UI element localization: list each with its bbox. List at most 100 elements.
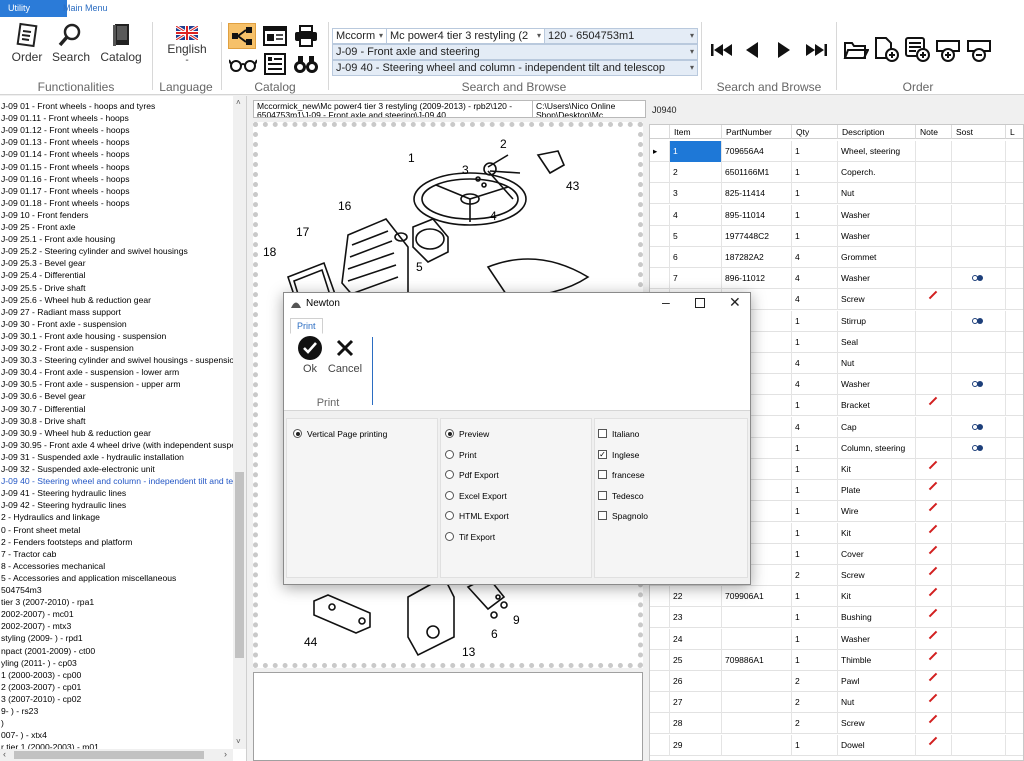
cell-qty[interactable]: 1 bbox=[792, 141, 838, 162]
new-order-button[interactable] bbox=[873, 36, 899, 62]
cell-qty[interactable]: 1 bbox=[792, 204, 838, 226]
column-header[interactable]: Note bbox=[916, 125, 952, 139]
tree-item[interactable]: J-09 01 - Front wheels - hoops and tyres bbox=[1, 100, 155, 112]
cell-note[interactable] bbox=[916, 480, 952, 502]
tree-item[interactable]: 2002-2007) - mc01 bbox=[1, 608, 74, 620]
cell-qty[interactable]: 1 bbox=[792, 437, 838, 459]
cell-note[interactable] bbox=[916, 353, 952, 374]
tree-item[interactable]: J-09 25.4 - Differential bbox=[1, 269, 85, 281]
cell-qty[interactable]: 1 bbox=[792, 459, 838, 480]
tree-item[interactable]: J-09 30.1 - Front axle housing - suspens… bbox=[1, 330, 166, 342]
output-radio-excel-export[interactable]: Excel Export bbox=[445, 490, 507, 502]
tree-item[interactable]: J-09 01.14 - Front wheels - hoops bbox=[1, 148, 130, 160]
cell-sost[interactable] bbox=[952, 565, 1006, 586]
row-header[interactable] bbox=[650, 204, 670, 226]
table-row[interactable]: 7 896-11012 4 Washer bbox=[650, 268, 1023, 290]
catalog-tree[interactable]: J-09 01 - Front wheels - hoops and tyres… bbox=[0, 96, 247, 761]
tree-item[interactable]: 0 - Front sheet metal bbox=[1, 524, 80, 536]
cell-note[interactable] bbox=[916, 501, 952, 523]
tree-item[interactable]: J-09 01.16 - Front wheels - hoops bbox=[1, 173, 130, 185]
maximize-icon[interactable] bbox=[695, 298, 705, 308]
tree-item[interactable]: J-09 01.13 - Front wheels - hoops bbox=[1, 136, 130, 148]
cell-desc[interactable]: Seal bbox=[838, 331, 916, 353]
cell-desc[interactable]: Screw bbox=[838, 289, 916, 311]
cell-sost[interactable] bbox=[952, 671, 1006, 692]
notes-box[interactable] bbox=[253, 672, 643, 761]
tree-item[interactable]: J-09 25.3 - Bevel gear bbox=[1, 257, 86, 269]
cell-qty[interactable]: 1 bbox=[792, 607, 838, 629]
row-header[interactable] bbox=[650, 628, 670, 650]
language-checkbox-tedesco[interactable]: Tedesco bbox=[598, 490, 644, 502]
cell-part[interactable]: 709906A1 bbox=[722, 586, 792, 608]
table-row[interactable]: 4 895-11014 1 Washer bbox=[650, 204, 1023, 226]
cell-part[interactable] bbox=[722, 734, 792, 756]
browser-view-button[interactable] bbox=[262, 25, 288, 47]
tree-item[interactable]: J-09 30.7 - Differential bbox=[1, 403, 85, 415]
row-header[interactable] bbox=[650, 225, 670, 247]
tree-item[interactable]: J-09 40 - Steering wheel and column - in… bbox=[1, 475, 246, 487]
cell-sost[interactable] bbox=[952, 162, 1006, 184]
cell-sost[interactable] bbox=[952, 289, 1006, 311]
cell-desc[interactable]: Thimble bbox=[838, 649, 916, 671]
find-button[interactable] bbox=[293, 54, 319, 74]
tree-item[interactable]: J-09 31 - Suspended axle - hydraulic ins… bbox=[1, 451, 184, 463]
language-checkbox-italiano[interactable]: Italiano bbox=[598, 428, 639, 440]
tree-hscroll-thumb[interactable] bbox=[14, 751, 204, 759]
column-header[interactable]: L bbox=[1006, 125, 1023, 139]
cell-sost[interactable] bbox=[952, 353, 1006, 374]
column-header[interactable]: Sost bbox=[952, 125, 1006, 139]
cell-item[interactable]: 23 bbox=[670, 607, 722, 629]
note-pencil-icon[interactable] bbox=[928, 481, 938, 491]
cell-desc[interactable]: Cover bbox=[838, 543, 916, 565]
tree-horizontal-scrollbar[interactable]: ‹ › bbox=[0, 749, 233, 761]
cell-note[interactable] bbox=[916, 395, 952, 417]
cell-sost[interactable] bbox=[952, 225, 1006, 247]
cell-desc[interactable]: Wire bbox=[838, 501, 916, 523]
row-header[interactable] bbox=[650, 162, 670, 184]
tree-item[interactable]: J-09 25 - Front axle bbox=[1, 221, 76, 233]
table-row[interactable]: 29 1 Dowel bbox=[650, 734, 1023, 756]
column-header[interactable]: Description bbox=[838, 125, 916, 139]
tree-item[interactable]: 504754m3 bbox=[1, 584, 42, 596]
cell-qty[interactable]: 2 bbox=[792, 692, 838, 714]
cell-desc[interactable]: Kit bbox=[838, 586, 916, 608]
scroll-left-icon[interactable]: ‹ bbox=[3, 749, 6, 759]
language-checkbox-francese[interactable]: francese bbox=[598, 469, 645, 481]
parts-list-button[interactable] bbox=[262, 52, 288, 76]
note-pencil-icon[interactable] bbox=[928, 736, 938, 745]
tree-item[interactable]: J-09 01.17 - Front wheels - hoops bbox=[1, 185, 130, 197]
note-pencil-icon[interactable] bbox=[928, 715, 938, 724]
cell-part[interactable]: 825-11414 bbox=[722, 183, 792, 205]
cell-qty[interactable]: 4 bbox=[792, 247, 838, 268]
cell-desc[interactable]: Screw bbox=[838, 713, 916, 735]
cell-qty[interactable]: 4 bbox=[792, 353, 838, 374]
cell-item[interactable]: 24 bbox=[670, 628, 722, 650]
column-header[interactable]: Qty bbox=[792, 125, 838, 139]
cell-desc[interactable]: Nut bbox=[838, 692, 916, 714]
row-header[interactable] bbox=[650, 268, 670, 290]
cell-part[interactable] bbox=[722, 607, 792, 629]
row-header[interactable] bbox=[650, 649, 670, 671]
note-pencil-icon[interactable] bbox=[928, 460, 938, 470]
cell-sost[interactable] bbox=[952, 649, 1006, 671]
cell-qty[interactable]: 1 bbox=[792, 628, 838, 650]
cell-part[interactable]: 709886A1 bbox=[722, 649, 792, 671]
cell-note[interactable] bbox=[916, 586, 952, 608]
scroll-up-icon[interactable]: ˄ bbox=[236, 98, 241, 107]
cell-sost[interactable] bbox=[952, 713, 1006, 735]
tree-item[interactable]: J-09 30.3 - Steering cylinder and swivel… bbox=[1, 354, 239, 366]
note-pencil-icon[interactable] bbox=[928, 672, 938, 682]
cell-item[interactable]: 4 bbox=[670, 204, 722, 226]
table-row[interactable]: 23 1 Bushing bbox=[650, 607, 1023, 629]
order-button[interactable]: Order bbox=[10, 22, 44, 64]
cell-qty[interactable]: 4 bbox=[792, 374, 838, 396]
cell-desc[interactable]: Coperch. bbox=[838, 162, 916, 184]
cell-desc[interactable]: Grommet bbox=[838, 247, 916, 268]
output-radio-html-export[interactable]: HTML Export bbox=[445, 510, 509, 522]
cell-note[interactable] bbox=[916, 204, 952, 226]
language-checkbox-inglese[interactable]: ✓ Inglese bbox=[598, 449, 639, 461]
substitution-icon[interactable] bbox=[972, 444, 984, 452]
tree-item[interactable]: J-09 01.12 - Front wheels - hoops bbox=[1, 124, 130, 136]
tree-view-button[interactable] bbox=[228, 23, 256, 49]
cell-note[interactable] bbox=[916, 437, 952, 459]
